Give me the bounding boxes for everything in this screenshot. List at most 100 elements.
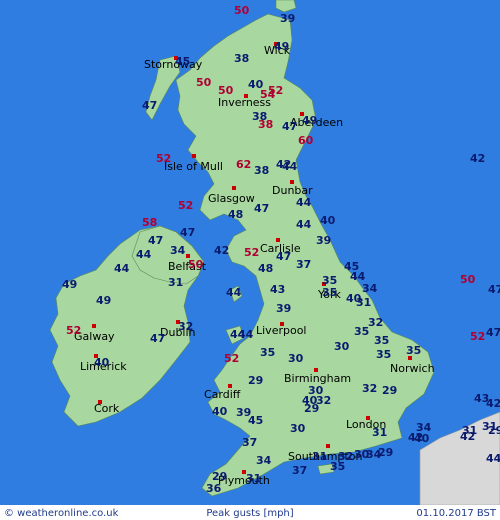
gust-value: 60 [298,134,314,147]
gust-value: 49 [274,40,289,53]
map-date: 01.10.2017 BST [416,508,496,519]
gust-value: 47 [142,99,157,112]
gust-value: 44 [296,218,312,231]
city-marker-galway [92,324,96,328]
gust-value: 39 [316,234,331,247]
gust-value: 37 [292,464,307,477]
gust-value: 32 [362,382,377,395]
peak-gusts-map: WickStornowayInvernessAberdeenIsle of Mu… [0,0,500,520]
gust-value: 43 [270,283,285,296]
gust-value: 47 [276,250,291,263]
city-marker-isle-of-mull [192,154,196,158]
gust-value: 30 [288,352,304,365]
city-marker-southampton [326,444,330,448]
gust-value: 52 [178,199,193,212]
gust-value: 35 [354,325,369,338]
gust-value: 50 [460,273,476,286]
gust-value: 39 [280,12,295,25]
gust-value: 45 [175,55,190,68]
gust-value: 32 [368,316,383,329]
gust-value: 44 [282,160,298,173]
map-title: Peak gusts [mph] [206,508,293,519]
gust-value: 47 [486,326,500,339]
gust-value: 31 [462,424,477,437]
gust-value: 40 [320,214,336,227]
gust-value: 47 [488,283,500,296]
gust-value: 35 [374,334,389,347]
gust-value: 32 [338,450,353,463]
gust-value: 44 [114,262,130,275]
city-label-isle-of-mull: Isle of Mull [164,160,223,173]
gust-value: 47 [282,120,297,133]
city-label-stornoway: Stornoway [144,58,203,71]
gust-value: 48 [228,208,243,221]
gust-value: 62 [236,158,251,171]
gust-value: 44 [136,248,152,261]
gust-value: 50 [234,4,250,17]
gust-value: 45 [248,414,263,427]
gust-value: 49 [96,294,111,307]
copyright-text[interactable]: © weatheronline.co.uk [4,508,119,519]
gust-value: 29 [382,384,397,397]
city-label-cardiff: Cardiff [204,388,241,401]
gust-value: 49 [302,114,317,127]
gust-value: 47 [150,332,165,345]
gust-value: 31 [246,472,261,485]
gust-value: 31 [372,426,387,439]
city-marker-glasgow [232,186,236,190]
gust-value: 40 [212,405,228,418]
gust-value: 44 [238,328,254,341]
city-label-cork: Cork [94,402,120,415]
gust-value: 38 [258,118,273,131]
gust-value: 35 [406,344,421,357]
gust-value: 30 [290,422,306,435]
gust-value: 38 [234,52,249,65]
gust-value: 36 [206,482,222,495]
gust-value: 42 [470,152,485,165]
gust-value: 42 [214,244,229,257]
gust-value: 30 [334,340,350,353]
gust-value: 47 [180,226,195,239]
gust-value: 31 [356,296,371,309]
gust-value: 37 [242,436,257,449]
gust-value: 34 [256,454,272,467]
city-label-liverpool: Liverpool [256,324,306,337]
gust-value: 31 [168,276,183,289]
gust-value: 34 [362,282,378,295]
gust-value: 58 [142,216,157,229]
gust-value: 34 [170,244,186,257]
gust-value: 52 [268,84,283,97]
gust-value: 38 [254,164,269,177]
gust-value: 52 [470,330,485,343]
gust-value: 47 [254,202,269,215]
gust-value: 52 [244,246,259,259]
gust-value: 44 [486,452,500,465]
gust-value: 31 [312,450,327,463]
gust-value: 35 [322,286,337,299]
gust-value: 29 [378,446,393,459]
gust-value: 32 [178,320,193,333]
gust-value: 42 [408,431,423,444]
gust-value: 35 [376,348,391,361]
gust-value: 48 [258,262,273,275]
gust-value: 37 [296,258,311,271]
gust-value: 49 [62,278,77,291]
gust-value: 52 [224,352,239,365]
gust-value: 42 [486,397,500,410]
gust-value: 50 [218,84,234,97]
gust-value: 29 [304,402,319,415]
gust-value: 52 [66,324,81,337]
city-label-norwich: Norwich [390,362,435,375]
gust-value: 44 [296,196,312,209]
gust-value: 40 [94,356,110,369]
gust-value: 50 [196,76,212,89]
gust-value: 52 [156,152,171,165]
gust-value: 44 [226,286,242,299]
gust-value: 50 [188,258,204,271]
gust-value: 29 [488,424,500,437]
gust-value: 39 [276,302,291,315]
gust-value: 35 [260,346,275,359]
city-label-glasgow: Glasgow [208,192,255,205]
gust-value: 47 [148,234,163,247]
gust-value: 29 [248,374,263,387]
